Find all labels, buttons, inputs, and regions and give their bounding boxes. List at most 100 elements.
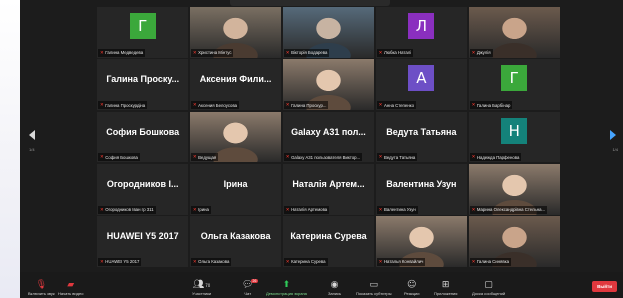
participant-name-label: ✕ Ірина [190,205,211,214]
participant-name-label: ✕ Ведущая [190,153,219,162]
top-bar [230,0,390,6]
unmute-button[interactable]: 🎙︎ Включить звук [28,280,55,296]
participant-avatar: Н [501,117,528,144]
participant-tile[interactable]: ✕ Христина Мінтус [189,7,282,58]
muted-mic-icon: ✕ [285,206,290,212]
muted-mic-icon: ✕ [192,206,197,212]
participant-tile[interactable]: ✕ Ведущая [189,111,282,163]
cc-icon: ▭ [369,280,378,290]
participant-name-label: ✕ Галина Синявка [469,257,512,266]
participant-display-name: София Бошкова [106,126,180,137]
reactions-icon: ☺ [407,280,417,290]
participant-name: Galaxy A31 пользователя Виктор... [291,154,361,160]
participant-name-label: ✕ София Бошкова [98,153,140,162]
participant-tile[interactable]: Galaxy A31 пол... ✕ Galaxy A31 пользовател… [282,111,375,163]
participant-display-name: Галина Проску... [106,74,180,85]
participant-name: Наталья Конвайлич [383,259,424,265]
participant-name: Ведута Татьяна [383,154,416,160]
participant-name: Христина Мінтус [198,50,232,56]
apps-button[interactable]: ⊞ Приложения [434,280,457,296]
leave-button[interactable]: Выйти [592,281,617,292]
muted-mic-icon: ✕ [100,49,104,55]
whiteboard-icon: ▢ [484,280,493,290]
participant-tile[interactable]: Катерина Сурева ✕ Катерина Сурева [282,216,375,267]
muted-mic-icon: ✕ [192,258,197,264]
participant-name-label: ✕ Джулія [469,48,493,57]
participant-display-name: Огородников І... [106,178,179,189]
participant-tile[interactable]: ✕ Наталья Конвайлич [375,216,468,267]
participant-display-name: Катерина Сурева [290,231,367,242]
participant-name-label: ✕ HUAWEI Y5 2017 [98,257,142,266]
participant-avatar: Г [129,13,156,39]
participant-name: Вікторія Бодарева [291,50,328,56]
participant-tile[interactable]: Валентина Узун ✕ Валентина Узун [375,163,468,215]
muted-mic-icon: ✕ [471,258,476,264]
muted-mic-icon: ✕ [100,102,104,108]
chat-button[interactable]: 💬︎ 26 Чат [242,279,258,296]
participant-tile[interactable]: Л ✕ Любка Наталі [375,7,468,58]
participant-tile[interactable]: ✕ Марина Олександрівна Стельна... [468,163,560,215]
microphone-muted-icon: 🎙︎ [35,280,48,290]
participant-tile[interactable]: Огородников І... ✕ Огородников Іван гр 311 [97,163,189,215]
participant-tile[interactable]: Наталія Артем... ✕ Наталія Артемова [282,163,375,215]
participant-tile[interactable]: Ольга Казакова ✕ Ольга Казакова [189,216,282,267]
participant-name: Ірина [198,207,209,213]
participant-tile[interactable]: Г ✕ Галина Медведева [97,7,189,58]
notes-button[interactable]: ▢ Доска сообщений [472,280,505,296]
participant-display-name: Наталія Артем... [292,178,365,189]
participant-tile[interactable]: Галина Проску... ✕ Галина Проскурдіна [97,59,189,111]
participant-tile[interactable]: ✕ Вікторія Бодарева [282,7,375,58]
participant-name: Анна Степенко [383,102,414,108]
participant-name-label: ✕ Христина Мінтус [190,48,234,57]
share-screen-button[interactable]: ⬆ Демонстрация экрана [266,280,307,296]
participant-tile[interactable]: ✕ Джулія [468,7,560,58]
participant-name-label: ✕ Галина Медведева [98,48,146,57]
page-indicator-left: 1/4 [29,147,35,152]
participant-name: Джулія [476,50,491,56]
participant-tile[interactable]: HUAWEI Y5 2017 ✕ HUAWEI Y5 2017 [97,216,189,267]
participant-tile[interactable]: ✕ Галина Синявка [468,216,560,267]
muted-mic-icon: ✕ [471,154,476,160]
participants-button[interactable]: 👥︎70 Участники [192,280,211,296]
participant-tile[interactable]: Г ✕ Галина Барбінар [468,59,560,111]
participant-avatar: Г [501,65,528,92]
muted-mic-icon: ✕ [378,102,383,108]
participant-display-name: Ірина [223,178,248,189]
record-button[interactable]: ◉ Запись [328,280,341,296]
meeting-toolbar: 🎙︎ Включить звук ▰ Начать видео 👥︎70 Уча… [20,272,623,298]
muted-mic-icon: ✕ [378,49,383,55]
chat-badge: 26 [251,279,258,283]
participant-tile[interactable]: Аксения Фили... ✕ Аксения Белоусова [189,59,282,111]
start-video-button[interactable]: ▰ Начать видео [58,280,83,296]
subtitles-button[interactable]: ▭ Показать субтитры [356,280,391,296]
participant-name: Галина Проскурдіна [105,102,146,108]
participant-tile[interactable]: Н ✕ Надежда Парфенова [468,111,560,163]
participant-display-name: Ольга Казакова [200,231,271,242]
muted-mic-icon: ✕ [378,206,383,212]
participant-name: Наталія Артемова [291,207,328,213]
reactions-button[interactable]: ☺ Реакции [404,280,419,296]
muted-mic-icon: ✕ [378,154,383,160]
participant-name-label: ✕ Галина Барбінар [469,101,513,110]
share-screen-icon: ⬆ [282,280,291,290]
muted-mic-icon: ✕ [100,154,104,160]
participant-tile[interactable]: Ірина ✕ Ірина [189,163,282,215]
participant-name: Марина Олександрівна Стельна... [476,207,546,213]
participant-tile[interactable]: Ведута Татьяна ✕ Ведута Татьяна [375,111,468,163]
participant-name: Ольга Казакова [198,259,230,265]
next-page-arrow-icon[interactable] [610,130,616,140]
prev-page-arrow-icon[interactable] [29,130,35,140]
participant-display-name: HUAWEI Y5 2017 [106,231,179,242]
apps-icon: ⊞ [441,280,450,290]
record-icon: ◉ [330,280,339,290]
participant-name-label: ✕ Наталія Артемова [283,205,330,214]
participant-tile[interactable]: ✕ Галина Проскур... [282,59,375,111]
muted-mic-icon: ✕ [100,258,104,264]
participant-tile[interactable]: А ✕ Анна Степенко [375,59,468,111]
participant-name-label: ✕ Ведута Татьяна [376,153,418,162]
gallery-grid: Г ✕ Галина Медведева ✕ Христина Мінтус ✕ Вікто… [97,7,572,269]
participant-tile[interactable]: София Бошкова ✕ София Бошкова [97,111,189,163]
page-indicator-right: 1/4 [612,147,618,152]
participant-name: Галина Медведева [105,50,144,56]
participant-name-label: ✕ Галина Проскур... [283,101,329,110]
